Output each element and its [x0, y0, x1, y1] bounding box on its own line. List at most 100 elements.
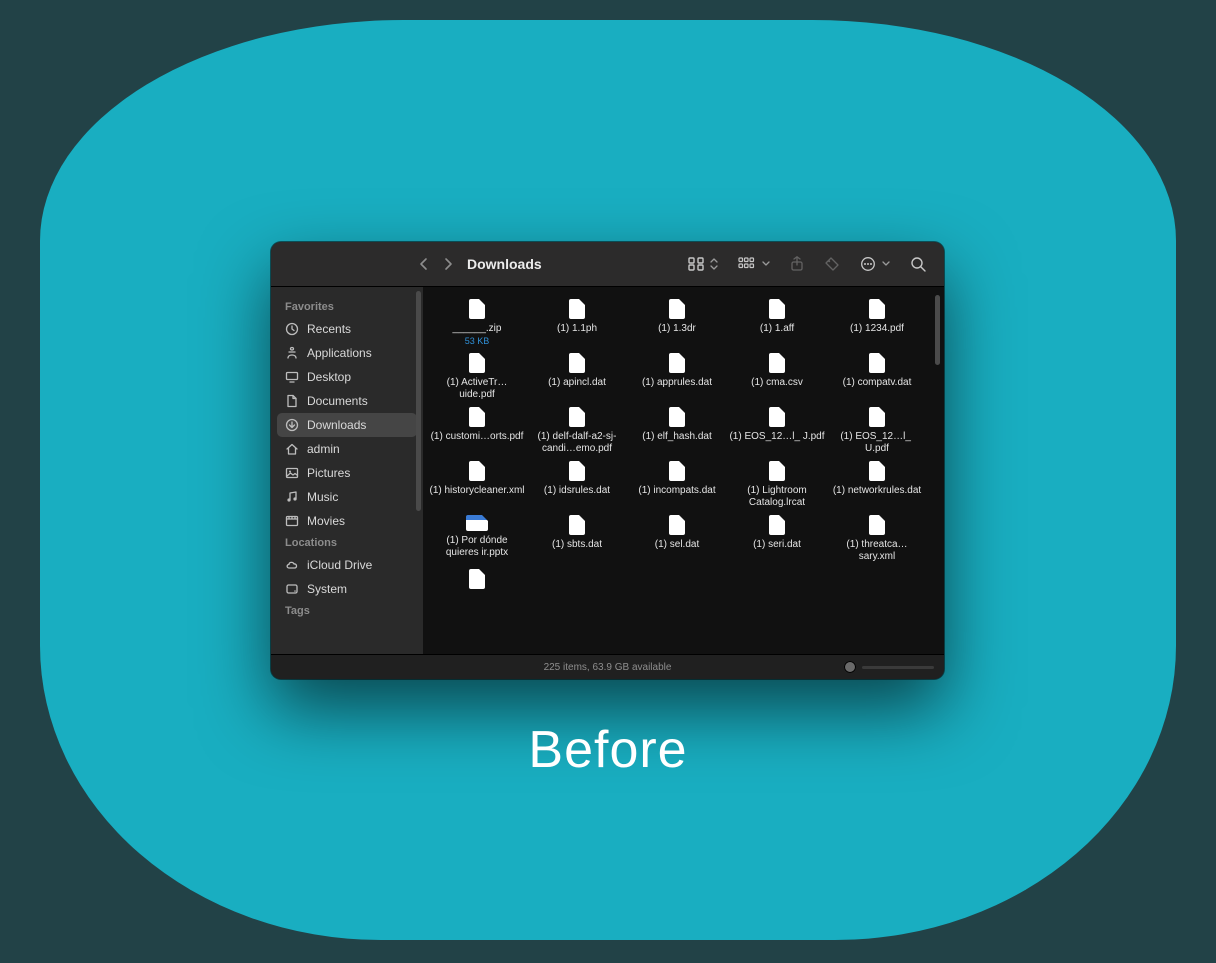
file-name: (1) EOS_12…l_ J.pdf: [729, 431, 824, 443]
file-item[interactable]: (1) seri.dat: [727, 509, 827, 563]
file-icon: [669, 407, 685, 427]
group-by-button[interactable]: [738, 257, 770, 271]
nav-back-button[interactable]: [419, 257, 429, 271]
file-name: (1) cma.csv: [751, 377, 803, 389]
home-icon: [285, 442, 299, 456]
file-icon: [669, 299, 685, 319]
file-item[interactable]: (1) EOS_12…l_ J.pdf: [727, 401, 827, 455]
share-button[interactable]: [790, 256, 804, 272]
sidebar-item-recents[interactable]: Recents: [277, 317, 417, 341]
file-item[interactable]: (1) cma.csv: [727, 347, 827, 401]
file-item[interactable]: (1) ActiveTr…uide.pdf: [427, 347, 527, 401]
sidebar-section-label: Locations: [277, 533, 417, 553]
sidebar-item-documents[interactable]: Documents: [277, 389, 417, 413]
file-item[interactable]: (1) idsrules.dat: [527, 455, 627, 509]
sidebar-item-downloads[interactable]: Downloads: [277, 413, 417, 437]
file-item[interactable]: ______.zip53 KB: [427, 293, 527, 347]
file-name: (1) threatca…sary.xml: [829, 539, 925, 563]
file-name: (1) seri.dat: [753, 539, 801, 551]
sidebar: FavoritesRecentsApplicationsDesktopDocum…: [271, 287, 423, 654]
file-item[interactable]: (1) sel.dat: [627, 509, 727, 563]
sidebar-item-admin[interactable]: admin: [277, 437, 417, 461]
caption: Before: [0, 720, 1216, 780]
file-item[interactable]: (1) delf-dalf-a2-sj-candi…emo.pdf: [527, 401, 627, 455]
chevron-updown-icon: [710, 257, 718, 271]
file-item[interactable]: (1) apincl.dat: [527, 347, 627, 401]
file-item[interactable]: (1) 1.3dr: [627, 293, 727, 347]
doc-icon: [285, 394, 299, 408]
file-icon: [669, 353, 685, 373]
sidebar-scrollbar[interactable]: [416, 291, 421, 511]
tags-button[interactable]: [824, 256, 840, 272]
file-item[interactable]: [427, 563, 527, 593]
file-name: (1) elf_hash.dat: [642, 431, 712, 443]
file-item[interactable]: (1) threatca…sary.xml: [827, 509, 927, 563]
file-item[interactable]: (1) networkrules.dat: [827, 455, 927, 509]
file-item[interactable]: (1) 1.aff: [727, 293, 827, 347]
sidebar-item-movies[interactable]: Movies: [277, 509, 417, 533]
sidebar-item-pictures[interactable]: Pictures: [277, 461, 417, 485]
file-icon: [569, 299, 585, 319]
file-name: (1) 1.3dr: [658, 323, 696, 335]
sidebar-item-applications[interactable]: Applications: [277, 341, 417, 365]
file-grid[interactable]: ______.zip53 KB (1) 1.1ph (1) 1.3dr (1) 1.a…: [423, 287, 944, 654]
file-name: (1) sbts.dat: [552, 539, 602, 551]
finder-window: Downloads: [271, 242, 944, 679]
file-icon: [466, 515, 488, 531]
file-icon: [869, 515, 885, 535]
file-icon: [569, 407, 585, 427]
sidebar-item-label: Documents: [307, 393, 368, 409]
file-item[interactable]: (1) elf_hash.dat: [627, 401, 727, 455]
file-item[interactable]: (1) Lightroom Catalog.lrcat: [727, 455, 827, 509]
file-name: (1) 1.1ph: [557, 323, 597, 335]
sidebar-item-label: Downloads: [307, 417, 366, 433]
file-item[interactable]: (1) sbts.dat: [527, 509, 627, 563]
icon-size-slider[interactable]: [844, 661, 934, 673]
file-name: (1) 1.aff: [760, 323, 794, 335]
file-item[interactable]: (1) Por dónde quieres ir.pptx: [427, 509, 527, 563]
file-item[interactable]: (1) customi…orts.pdf: [427, 401, 527, 455]
search-button[interactable]: [910, 256, 926, 272]
file-icon: [769, 407, 785, 427]
file-item[interactable]: (1) apprules.dat: [627, 347, 727, 401]
file-icon: [569, 461, 585, 481]
sidebar-item-label: Movies: [307, 513, 345, 529]
file-icon: [769, 353, 785, 373]
file-name: ______.zip: [453, 323, 502, 335]
file-name: (1) Lightroom Catalog.lrcat: [729, 485, 825, 509]
file-name: (1) Por dónde quieres ir.pptx: [429, 535, 525, 559]
file-item[interactable]: (1) incompats.dat: [627, 455, 727, 509]
window-title: Downloads: [467, 256, 542, 272]
desktop-icon: [285, 370, 299, 384]
file-icon: [469, 461, 485, 481]
file-icon: [469, 353, 485, 373]
file-item[interactable]: (1) EOS_12…l_ U.pdf: [827, 401, 927, 455]
file-item[interactable]: (1) historycleaner.xml: [427, 455, 527, 509]
chevron-down-icon: [882, 259, 890, 269]
cloud-icon: [285, 558, 299, 572]
apps-icon: [285, 346, 299, 360]
file-name: (1) incompats.dat: [638, 485, 715, 497]
file-icon: [869, 461, 885, 481]
file-size: 53 KB: [465, 336, 490, 347]
file-name: (1) delf-dalf-a2-sj-candi…emo.pdf: [529, 431, 625, 455]
file-name: (1) apincl.dat: [548, 377, 606, 389]
sidebar-item-system[interactable]: System: [277, 577, 417, 601]
file-icon: [869, 407, 885, 427]
file-item[interactable]: (1) compatv.dat: [827, 347, 927, 401]
file-icon: [669, 461, 685, 481]
file-name: (1) ActiveTr…uide.pdf: [429, 377, 525, 401]
file-icon: [769, 299, 785, 319]
file-name: (1) 1234.pdf: [850, 323, 904, 335]
file-item[interactable]: (1) 1.1ph: [527, 293, 627, 347]
view-icons-button[interactable]: [688, 257, 718, 271]
sidebar-item-desktop[interactable]: Desktop: [277, 365, 417, 389]
file-item[interactable]: (1) 1234.pdf: [827, 293, 927, 347]
file-icon: [669, 515, 685, 535]
content-scrollbar[interactable]: [935, 295, 940, 365]
sidebar-item-icloud-drive[interactable]: iCloud Drive: [277, 553, 417, 577]
actions-button[interactable]: [860, 256, 890, 272]
nav-forward-button[interactable]: [443, 257, 453, 271]
music-icon: [285, 490, 299, 504]
sidebar-item-music[interactable]: Music: [277, 485, 417, 509]
